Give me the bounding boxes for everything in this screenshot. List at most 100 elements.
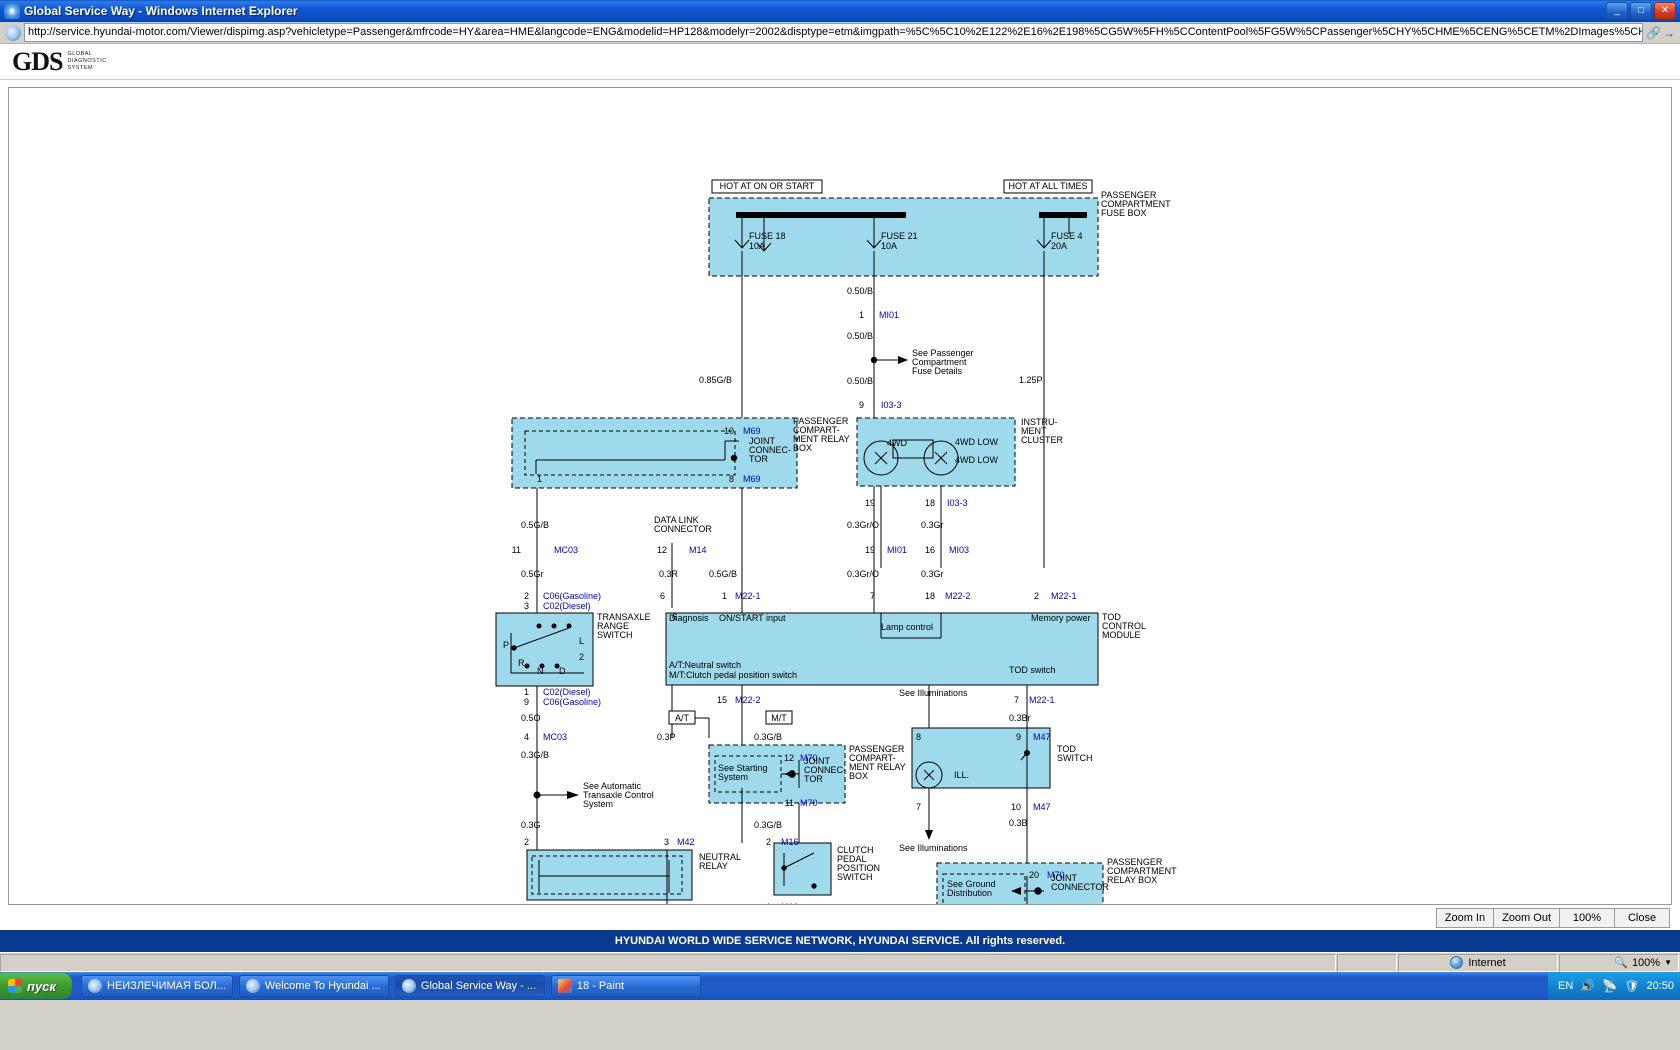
tcm-todswitch: TOD switch [1009, 665, 1055, 675]
wire-label-050B-1: 0.50/B [847, 286, 873, 296]
close-button[interactable]: ✕ [1654, 2, 1676, 20]
pc-fuse-box-line3: FUSE BOX [1101, 208, 1147, 218]
chevron-down-icon[interactable]: ▼ [1664, 958, 1672, 967]
gds-header: GDS GLOBAL DIAGNOSTIC SYSTEM [0, 44, 1680, 80]
go-arrow-icon[interactable]: → [1663, 26, 1675, 40]
wire-label-03R: 0.3R [659, 569, 679, 579]
ie-icon [401, 979, 416, 993]
taskbar-item-3-label: 18 - Paint [576, 980, 625, 992]
joint-conn-top-l3: TOR [749, 454, 768, 464]
wire-label-03Gr-2: 0.3Gr [921, 569, 944, 579]
wire-label-03Gr: 0.3Gr [921, 520, 944, 530]
see-starting-l2: System [718, 772, 748, 782]
connector-m16-bottom: M16 [781, 902, 799, 905]
tcm-memorypower: Memory power [1031, 613, 1091, 623]
connector-m42-top: M42 [677, 837, 695, 847]
gds-tagline-line1: GLOBAL [67, 51, 93, 57]
zoom-in-button[interactable]: Zoom In [1435, 908, 1495, 928]
wire-label-050B-3: 0.50/B [847, 376, 873, 386]
address-input[interactable]: http://service.hyundai-motor.com/Viewer/… [24, 23, 1644, 42]
cluster-4wdlow-label-2: 4WD LOW [955, 455, 999, 465]
pin-19-cluster: 19 [865, 498, 875, 508]
taskbar-item-1[interactable]: Welcome To Hyundai ... [238, 975, 389, 997]
fuse-21-label: FUSE 21 [881, 231, 918, 241]
diagram-canvas[interactable]: HOT AT ON OR START HOT AT ALL TIMES FUSE… [8, 87, 1672, 905]
ie-icon [245, 979, 260, 993]
see-ground-l2: Distribution [947, 888, 992, 898]
shield-icon[interactable]: 🛡 [1624, 979, 1639, 993]
pin-8-m69: 8 [729, 474, 734, 484]
gds-logo: GDS [12, 47, 63, 77]
connector-m47-top: M47 [1033, 732, 1051, 742]
wire-label-125P: 1.25P [1019, 375, 1043, 385]
address-bar: http://service.hyundai-motor.com/Viewer/… [0, 22, 1680, 44]
start-button-label: пуск [27, 978, 56, 994]
connector-m16-top: M16 [781, 837, 799, 847]
pin-12-m70: 12 [784, 753, 794, 763]
m69-pin-1: 1 [537, 474, 542, 484]
minimize-button[interactable]: _ [1606, 2, 1628, 20]
pin-9-m47: 9 [1016, 732, 1021, 742]
zoom-out-button[interactable]: Zoom Out [1493, 908, 1560, 928]
pin-11-mc03: 11 [512, 545, 521, 555]
tcm-pin-18: 18 [925, 591, 935, 601]
connector-mi01-mid: MI01 [887, 545, 907, 555]
windows-flag-icon [8, 979, 22, 993]
see-pc-fuse-3: Fuse Details [912, 366, 963, 376]
taskbar-item-2[interactable]: Global Service Way - ... [394, 975, 545, 997]
clutch-l4: SWITCH [837, 872, 873, 882]
cluster-title-l3: CLUSTER [1021, 435, 1064, 445]
connector-m22-2-lower: M22-2 [735, 695, 761, 705]
wire-label-03GrO-2: 0.3Gr/O [847, 569, 879, 579]
connector-c06-gasoline: C06(Gasoline) [543, 591, 601, 601]
security-zone[interactable]: Internet [1398, 953, 1558, 972]
browser-zoom-label: 100% [1631, 956, 1661, 969]
tray-language-indicator[interactable]: EN [1558, 980, 1573, 992]
taskbar-item-0-label: НЕИЗЛЕЧИМАЯ БОЛ... [107, 980, 226, 992]
tcm-pin-7: 7 [870, 591, 875, 601]
wire-label-050B-2: 0.50/B [847, 331, 873, 341]
wire-label-03GB-mt: 0.3G/B [754, 732, 782, 742]
wire-label-05GB-2: 0.5G/B [709, 569, 737, 579]
pin-1-c02-2: 1 [524, 687, 529, 697]
fuse-18-rating: 10A [749, 241, 765, 251]
connector-c06-gasoline-2: C06(Gasoline) [543, 697, 601, 707]
prb-l4: BOX [793, 443, 812, 453]
pin-10-m47: 10 [1011, 802, 1021, 812]
wire-label-03GB: 0.3G/B [521, 750, 549, 760]
copyright-footer: HYUNDAI WORLD WIDE SERVICE NETWORK, HYUN… [0, 930, 1680, 952]
links-icon[interactable]: 🔗 [1646, 26, 1661, 40]
fuse-4-rating: 20A [1051, 241, 1067, 251]
tcm-onstart: ON/START input [719, 613, 786, 623]
connector-mi01-top: MI01 [879, 310, 899, 320]
paint-icon [557, 979, 572, 993]
wire-label-03GB-2: 0.3G/B [754, 820, 782, 830]
connector-pin-1: 1 [859, 310, 864, 320]
close-viewer-button[interactable]: Close [1614, 908, 1670, 928]
ie-icon [88, 979, 102, 993]
taskbar-item-0[interactable]: НЕИЗЛЕЧИМАЯ БОЛ... [81, 975, 233, 997]
volume-icon[interactable]: 🔊 [1580, 979, 1595, 993]
tray-clock[interactable]: 20:50 [1646, 980, 1674, 992]
pin-10-m69: 10 [724, 426, 734, 436]
pin-16-mi03: 16 [925, 545, 935, 555]
connector-m47-bottom: M47 [1033, 802, 1051, 812]
zoom-level-display[interactable]: 100% [1559, 908, 1615, 928]
taskbar-item-1-label: Welcome To Hyundai ... [264, 980, 381, 992]
magnifier-icon: 🔍 [1614, 957, 1628, 969]
jc-bottom-l2: CONNECTOR [1051, 882, 1109, 892]
start-button[interactable]: пуск [0, 973, 72, 999]
prb3-l3: RELAY BOX [1107, 875, 1157, 885]
internet-zone-icon [1450, 956, 1464, 969]
connector-mc03-bottom: MC03 [543, 732, 567, 742]
windows-taskbar: пуск НЕИЗЛЕЧИМАЯ БОЛ... Welcome To Hyund… [0, 972, 1680, 1000]
pin-19-mi01: 19 [865, 545, 875, 555]
taskbar-item-3[interactable]: 18 - Paint [550, 975, 701, 997]
tcm-bottom-l2: M/T:Clutch pedal position switch [669, 670, 797, 680]
maximize-button[interactable]: □ [1630, 2, 1652, 20]
pin-9-label: 9 [859, 400, 864, 410]
browser-zoom[interactable]: 🔍 100% ▼ [1559, 953, 1679, 972]
status-spacer-1 [1337, 953, 1397, 972]
network-icon[interactable]: 📡 [1602, 979, 1617, 993]
trs-pos-2: 2 [579, 652, 584, 662]
